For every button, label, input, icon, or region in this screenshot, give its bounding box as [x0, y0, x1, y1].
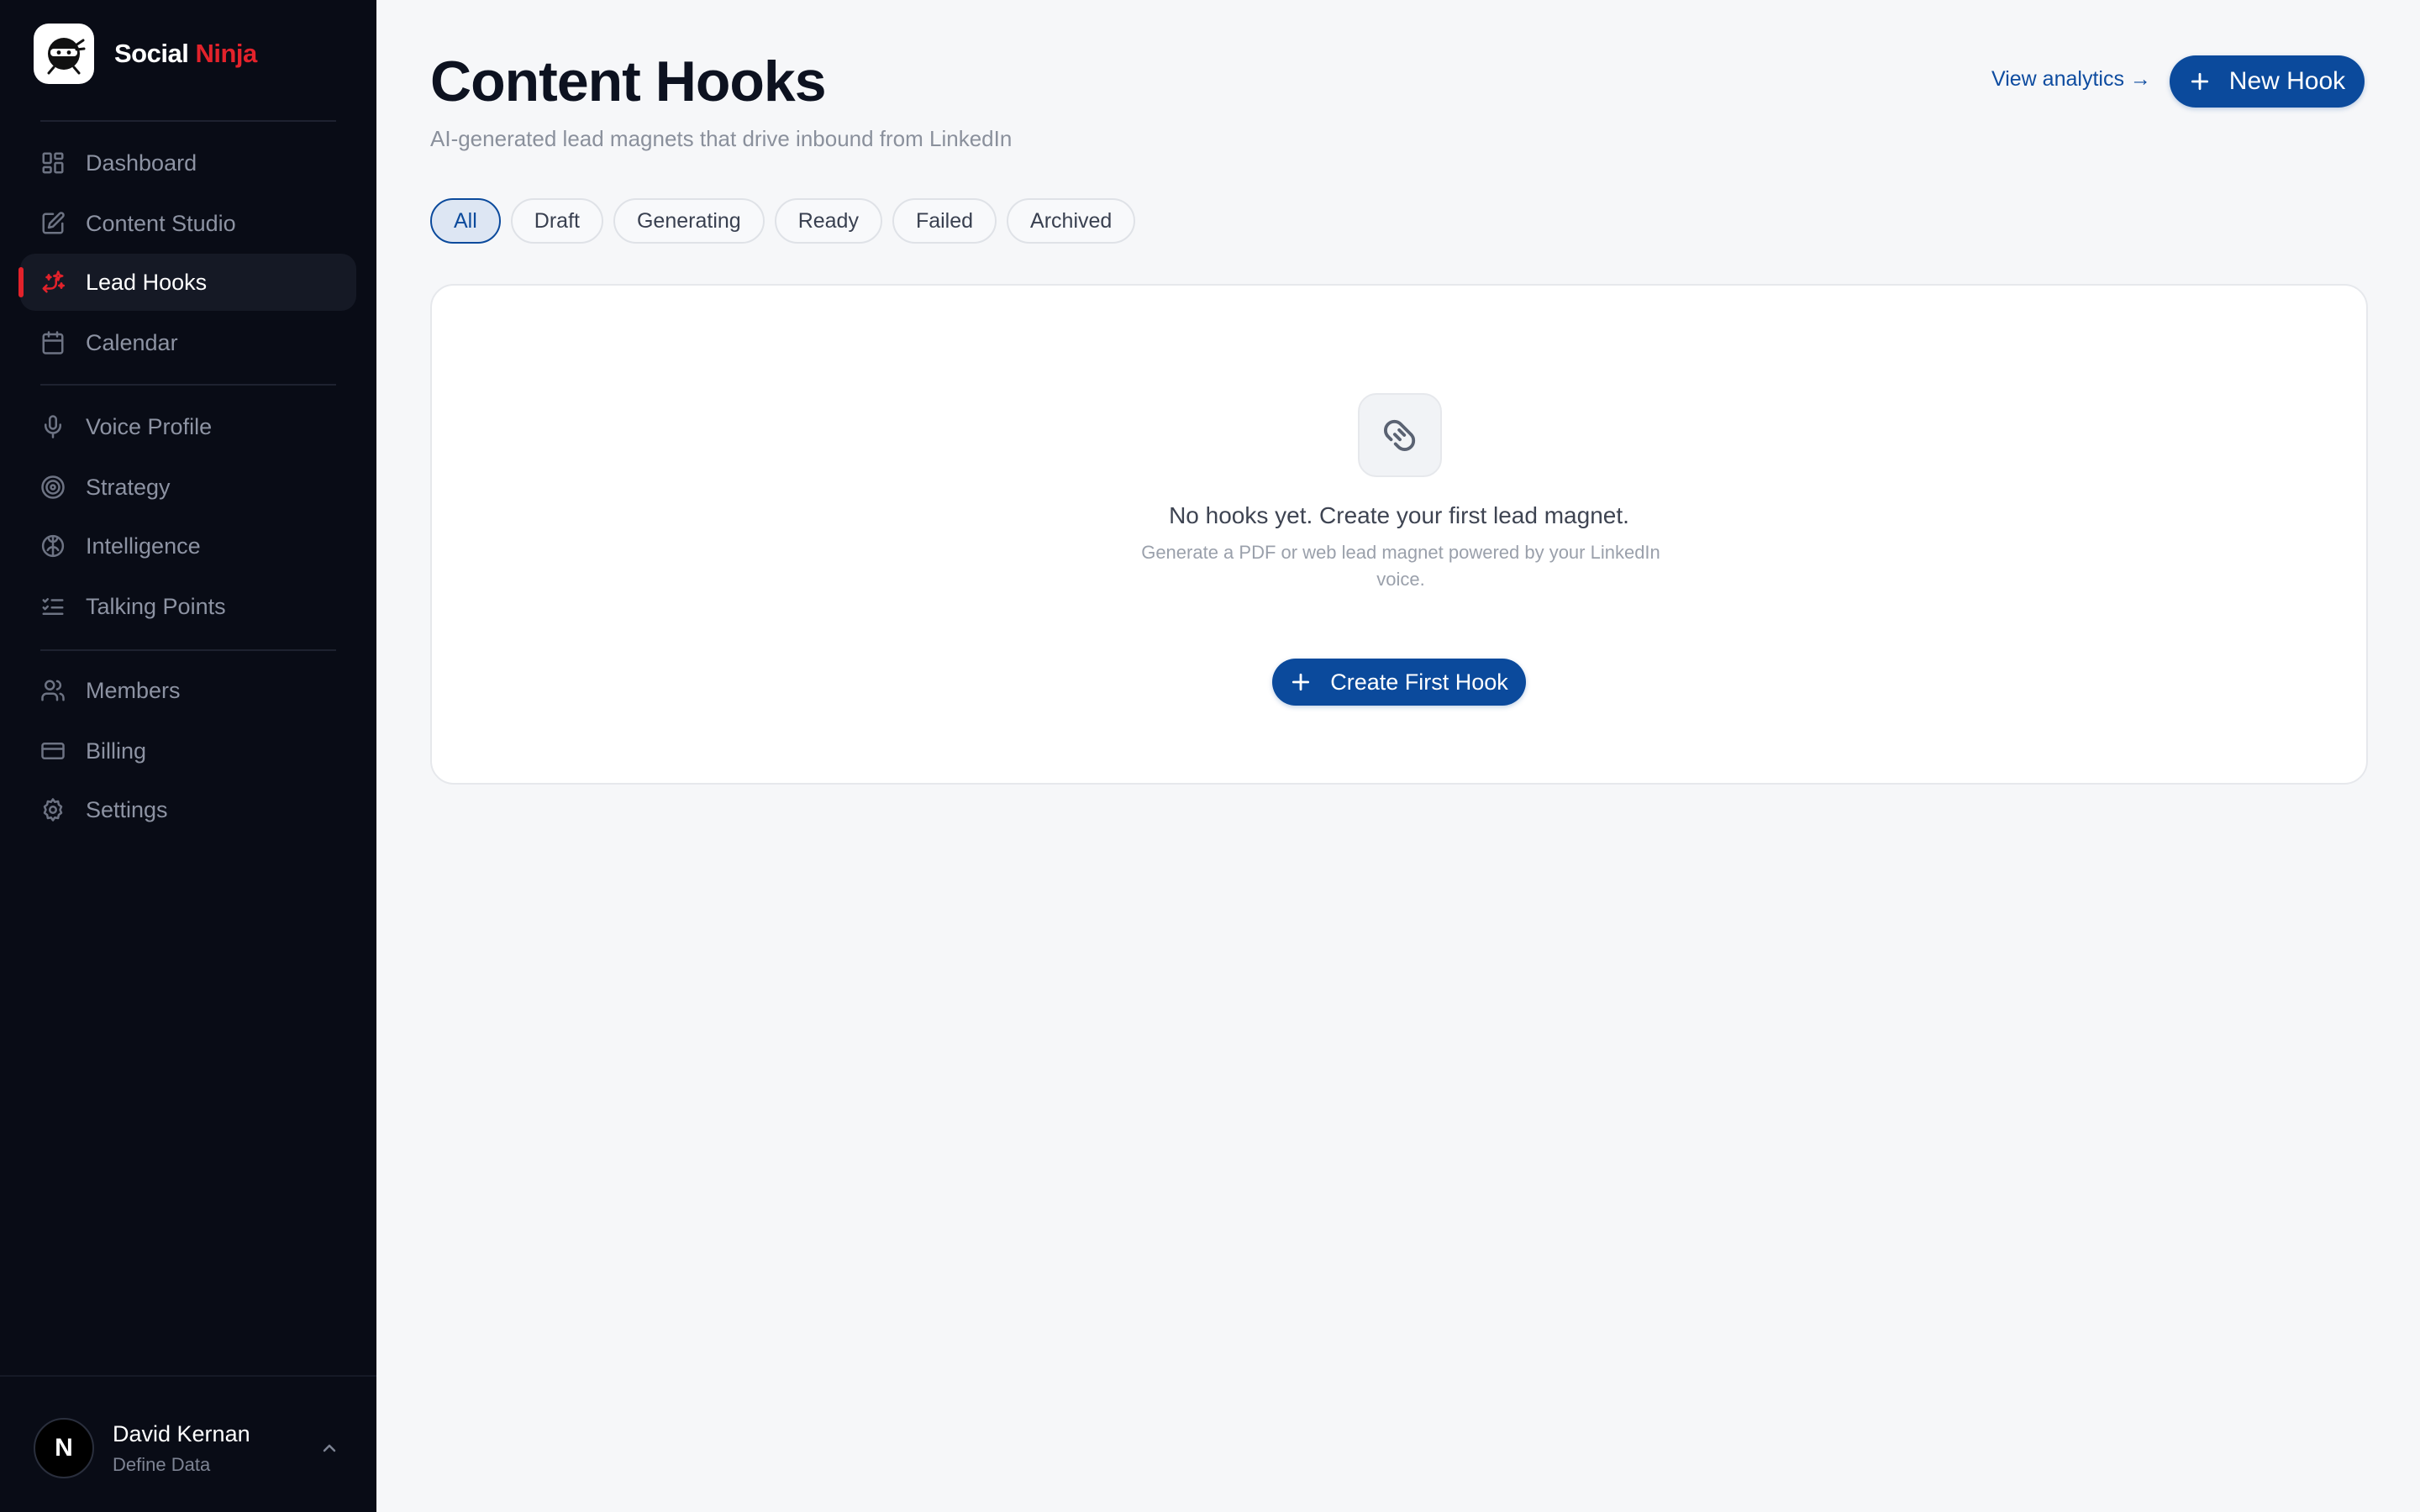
page-subtitle: AI-generated lead magnets that drive inb…	[430, 126, 1013, 151]
avatar: N	[34, 1418, 94, 1478]
view-analytics-link[interactable]: View analytics →	[1991, 67, 2151, 92]
sidebar-item-calendar[interactable]: Calendar	[20, 314, 356, 371]
user-name: David Kernan	[113, 1420, 250, 1446]
sidebar-footer-divider	[0, 1375, 376, 1377]
empty-state-title: No hooks yet. Create your first lead mag…	[1169, 502, 1629, 528]
sidebar-item-label: Calendar	[86, 329, 178, 355]
magnet-icon	[1358, 393, 1442, 477]
sidebar-item-label: Dashboard	[86, 150, 197, 176]
sidebar: Social Ninja Dashboard Content Studio Le…	[0, 0, 376, 1512]
sidebar-item-label: Billing	[86, 738, 147, 764]
new-hook-label: New Hook	[2228, 67, 2346, 95]
sidebar-item-members[interactable]: Members	[20, 662, 356, 719]
sidebar-item-talking-points[interactable]: Talking Points	[20, 578, 356, 635]
target-icon	[40, 475, 66, 500]
sidebar-item-label: Lead Hooks	[86, 269, 208, 295]
users-icon	[40, 678, 66, 703]
sidebar-item-label: Content Studio	[86, 210, 236, 236]
credit-card-icon	[40, 738, 66, 764]
dashboard-icon	[40, 150, 66, 176]
filter-chip-draft[interactable]: Draft	[510, 198, 603, 244]
chevron-up-icon[interactable]	[319, 1438, 339, 1462]
create-first-hook-button[interactable]: Create First Hook	[1272, 659, 1526, 706]
ninja-logo-icon	[34, 24, 94, 84]
sidebar-item-label: Settings	[86, 796, 168, 822]
microphone-icon	[40, 414, 66, 439]
sidebar-item-strategy[interactable]: Strategy	[20, 459, 356, 516]
calendar-icon	[40, 330, 66, 355]
edit-icon	[40, 211, 66, 236]
sidebar-divider	[40, 384, 336, 386]
plus-icon	[2191, 72, 2208, 91]
sidebar-item-billing[interactable]: Billing	[20, 722, 356, 780]
plus-icon	[1292, 673, 1310, 691]
brain-icon	[40, 533, 66, 559]
sidebar-item-label: Talking Points	[86, 593, 226, 619]
sidebar-item-lead-hooks[interactable]: Lead Hooks	[18, 254, 356, 311]
filter-chip-archived[interactable]: Archived	[1007, 198, 1136, 244]
create-first-hook-label: Create First Hook	[1330, 669, 1508, 695]
filter-chip-generating[interactable]: Generating	[613, 198, 765, 244]
sidebar-item-dashboard[interactable]: Dashboard	[20, 134, 356, 192]
gear-icon	[40, 797, 66, 822]
empty-state-description: Generate a PDF or web lead magnet powere…	[1141, 542, 1660, 590]
page-title: Content Hooks	[430, 50, 827, 113]
active-indicator	[18, 267, 24, 297]
sidebar-item-content-studio[interactable]: Content Studio	[20, 195, 356, 252]
magnet-sparkle-icon	[40, 270, 66, 295]
sidebar-item-label: Strategy	[86, 474, 171, 500]
filter-chip-failed[interactable]: Failed	[892, 198, 997, 244]
checklist-icon	[40, 594, 66, 619]
filter-chip-ready[interactable]: Ready	[774, 198, 882, 244]
status-filter-tabs: All Draft Generating Ready Failed Archiv…	[430, 198, 1136, 244]
filter-chip-all[interactable]: All	[430, 198, 501, 244]
brand-name-prefix: Social	[114, 39, 189, 68]
new-hook-button[interactable]: New Hook	[2170, 55, 2365, 108]
sidebar-item-voice-profile[interactable]: Voice Profile	[20, 398, 356, 455]
user-org: Define Data	[113, 1453, 211, 1475]
sidebar-divider	[40, 120, 336, 122]
sidebar-item-intelligence[interactable]: Intelligence	[20, 517, 356, 575]
user-menu[interactable]: N David Kernan Define Data	[34, 1418, 343, 1478]
sidebar-item-settings[interactable]: Settings	[20, 781, 356, 838]
sidebar-item-label: Voice Profile	[86, 413, 213, 439]
sidebar-divider	[40, 649, 336, 651]
user-info: David Kernan Define Data	[113, 1421, 250, 1476]
sidebar-item-label: Intelligence	[86, 533, 201, 559]
empty-state-card: No hooks yet. Create your first lead mag…	[430, 284, 2368, 785]
brand-name-accent: Ninja	[195, 39, 257, 68]
sidebar-item-label: Members	[86, 677, 181, 703]
brand[interactable]: Social Ninja	[34, 24, 257, 84]
brand-name: Social Ninja	[114, 39, 257, 69]
